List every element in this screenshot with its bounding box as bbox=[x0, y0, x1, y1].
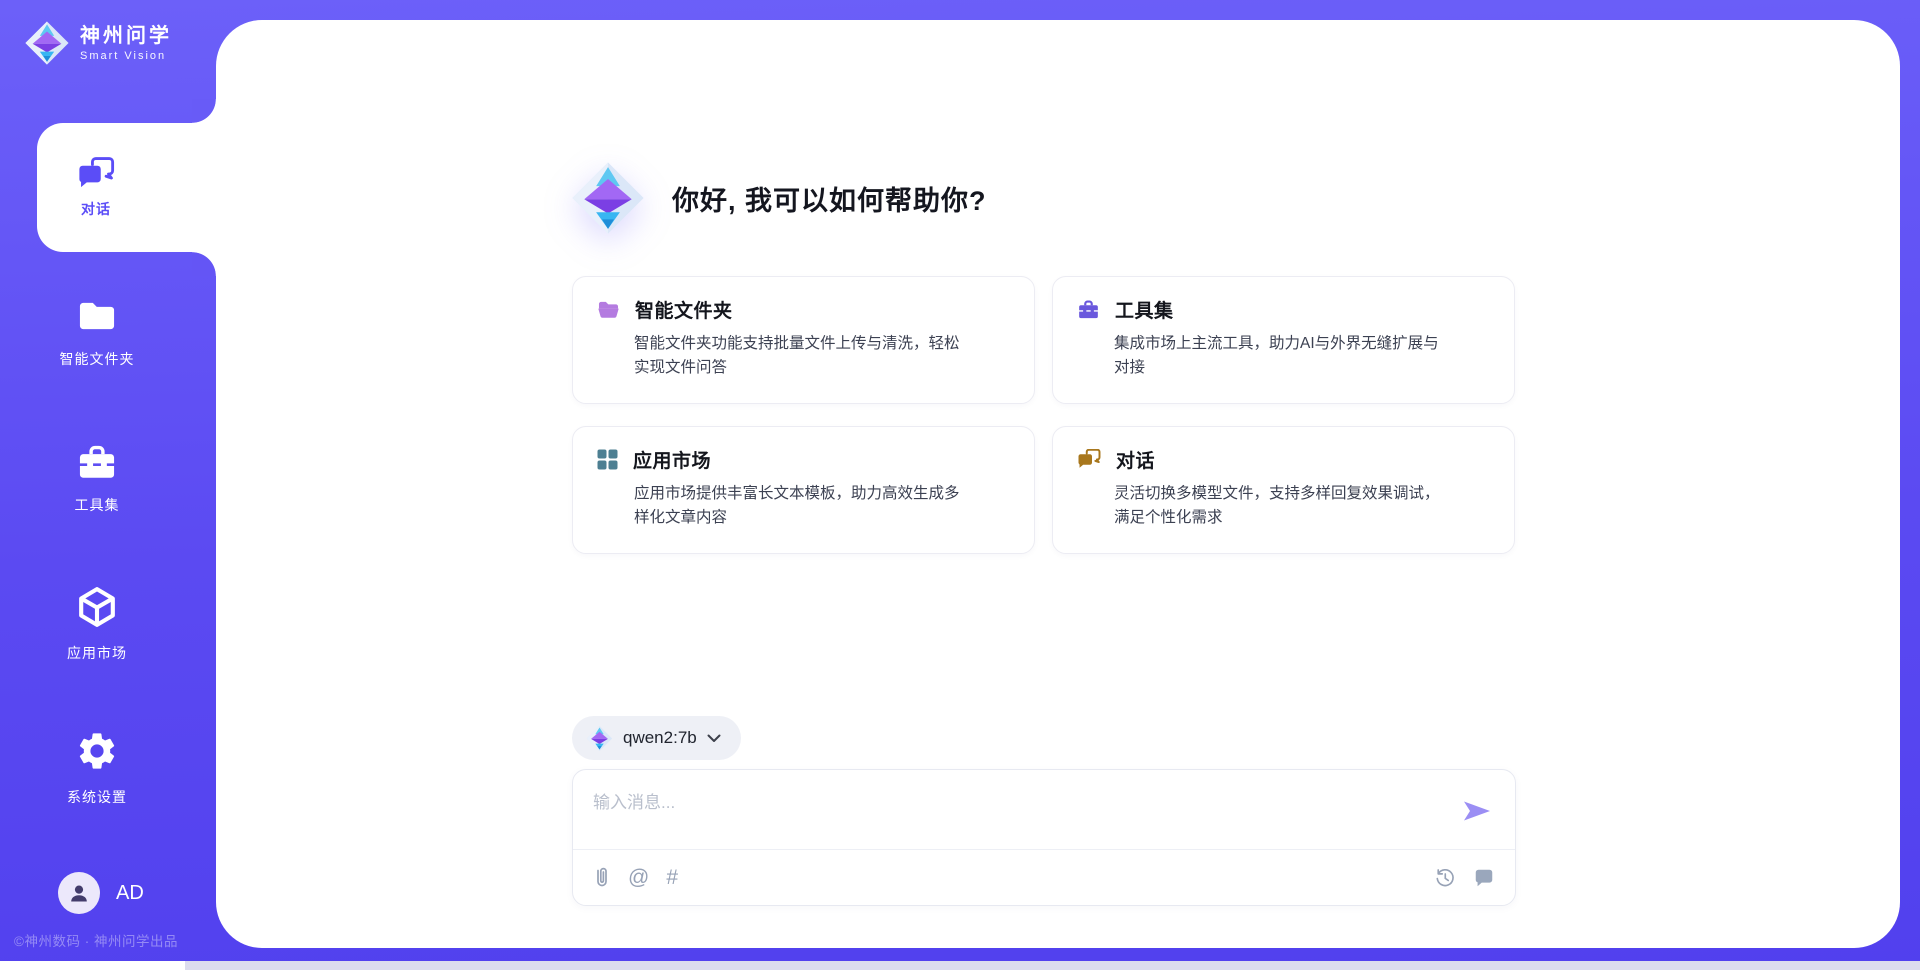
chat-bubble-button[interactable] bbox=[1473, 867, 1495, 889]
folder-icon bbox=[76, 297, 118, 335]
model-selector[interactable]: qwen2:7b bbox=[572, 716, 741, 760]
card-head: 对话 bbox=[1077, 446, 1492, 473]
card-title: 应用市场 bbox=[633, 446, 711, 473]
person-icon bbox=[67, 881, 91, 905]
brand-subtitle: Smart Vision bbox=[80, 50, 172, 62]
user-name: AD bbox=[116, 882, 144, 905]
sidebar-item-toolset[interactable]: 工具集 bbox=[0, 443, 194, 515]
app-screen: 神州问学 Smart Vision 对话 智能文件夹 bbox=[0, 0, 1920, 970]
card-head: 智能文件夹 bbox=[597, 296, 1012, 323]
greeting-text: 你好, 我可以如何帮助你? bbox=[672, 179, 987, 218]
card-app-market[interactable]: 应用市场 应用市场提供丰富长文本模板，助力高效生成多样化文章内容 bbox=[572, 426, 1035, 554]
attach-button[interactable] bbox=[593, 866, 611, 890]
tab-fillet-top bbox=[192, 99, 216, 123]
history-icon bbox=[1434, 867, 1456, 889]
brand: 神州问学 Smart Vision bbox=[24, 20, 172, 66]
card-smart-folder[interactable]: 智能文件夹 智能文件夹功能支持批量文件上传与清洗，轻松实现文件问答 bbox=[572, 276, 1035, 404]
send-icon bbox=[1462, 797, 1492, 825]
card-toolset[interactable]: 工具集 集成市场上主流工具，助力AI与外界无缝扩展与对接 bbox=[1052, 276, 1515, 404]
sidebar-item-label: 工具集 bbox=[0, 495, 194, 515]
brand-logo-icon bbox=[24, 20, 70, 66]
card-title: 对话 bbox=[1116, 446, 1155, 473]
card-chat[interactable]: 对话 灵活切换多模型文件，支持多样回复效果调试，满足个性化需求 bbox=[1052, 426, 1515, 554]
message-composer: @ # bbox=[572, 769, 1516, 906]
tab-fillet-bottom bbox=[192, 252, 216, 276]
sidebar-item-app-market[interactable]: 应用市场 bbox=[0, 585, 194, 663]
greeting-logo-icon bbox=[570, 160, 646, 236]
history-button[interactable] bbox=[1434, 867, 1456, 889]
card-head: 工具集 bbox=[1077, 296, 1492, 323]
model-logo-icon bbox=[586, 725, 613, 752]
brand-name: 神州问学 bbox=[80, 25, 172, 48]
grid-icon bbox=[597, 449, 618, 470]
toolbox-icon bbox=[1077, 299, 1100, 320]
card-description: 智能文件夹功能支持批量文件上传与清洗，轻松实现文件问答 bbox=[634, 332, 972, 380]
toolbox-icon bbox=[76, 443, 118, 481]
hash-button[interactable]: # bbox=[666, 867, 678, 888]
chevron-down-icon bbox=[707, 734, 721, 743]
greeting: 你好, 我可以如何帮助你? bbox=[570, 160, 987, 236]
composer-left-tools: @ # bbox=[593, 866, 678, 890]
attach-icon bbox=[593, 866, 611, 890]
sidebar-item-settings[interactable]: 系统设置 bbox=[0, 729, 194, 807]
cube-icon bbox=[75, 585, 119, 629]
horizontal-scrollbar[interactable] bbox=[0, 961, 1920, 970]
sidebar-item-label: 系统设置 bbox=[0, 787, 194, 807]
send-button[interactable] bbox=[1461, 796, 1493, 828]
sidebar-item-label: 智能文件夹 bbox=[0, 349, 194, 369]
chat-icon bbox=[77, 157, 115, 191]
chat-icon bbox=[1077, 449, 1101, 470]
sidebar-item-chat[interactable]: 对话 bbox=[37, 123, 216, 252]
card-title: 智能文件夹 bbox=[635, 296, 733, 323]
mention-icon: @ bbox=[628, 867, 649, 888]
sidebar-item-smart-folder[interactable]: 智能文件夹 bbox=[0, 297, 194, 369]
sidebar-item-label: 应用市场 bbox=[0, 643, 194, 663]
feature-cards: 智能文件夹 智能文件夹功能支持批量文件上传与清洗，轻松实现文件问答 工具集 集成… bbox=[572, 276, 1515, 554]
card-description: 集成市场上主流工具，助力AI与外界无缝扩展与对接 bbox=[1114, 332, 1452, 380]
card-head: 应用市场 bbox=[597, 446, 1012, 473]
card-title: 工具集 bbox=[1115, 296, 1174, 323]
copyright: ©神州数码 · 神州问学出品 bbox=[14, 930, 178, 950]
avatar bbox=[58, 872, 100, 914]
message-input[interactable] bbox=[573, 770, 1515, 848]
mention-button[interactable]: @ bbox=[628, 867, 649, 888]
card-description: 应用市场提供丰富长文本模板，助力高效生成多样化文章内容 bbox=[634, 482, 972, 530]
model-name: qwen2:7b bbox=[623, 728, 697, 748]
horizontal-scrollbar-thumb[interactable] bbox=[0, 961, 185, 970]
sidebar-item-label: 对话 bbox=[81, 199, 111, 219]
composer-toolbar: @ # bbox=[593, 850, 1495, 905]
gear-icon bbox=[75, 729, 119, 773]
sidebar-item-chat-inner: 对话 bbox=[37, 123, 155, 252]
user-account[interactable]: AD bbox=[58, 872, 144, 914]
hash-icon: # bbox=[666, 867, 678, 888]
brand-text: 神州问学 Smart Vision bbox=[80, 25, 172, 62]
folder-open-icon bbox=[597, 300, 620, 320]
card-description: 灵活切换多模型文件，支持多样回复效果调试，满足个性化需求 bbox=[1114, 482, 1452, 530]
sidebar: 神州问学 Smart Vision 对话 智能文件夹 bbox=[0, 0, 216, 970]
chat-bubble-icon bbox=[1473, 867, 1495, 889]
composer-right-tools bbox=[1434, 867, 1495, 889]
